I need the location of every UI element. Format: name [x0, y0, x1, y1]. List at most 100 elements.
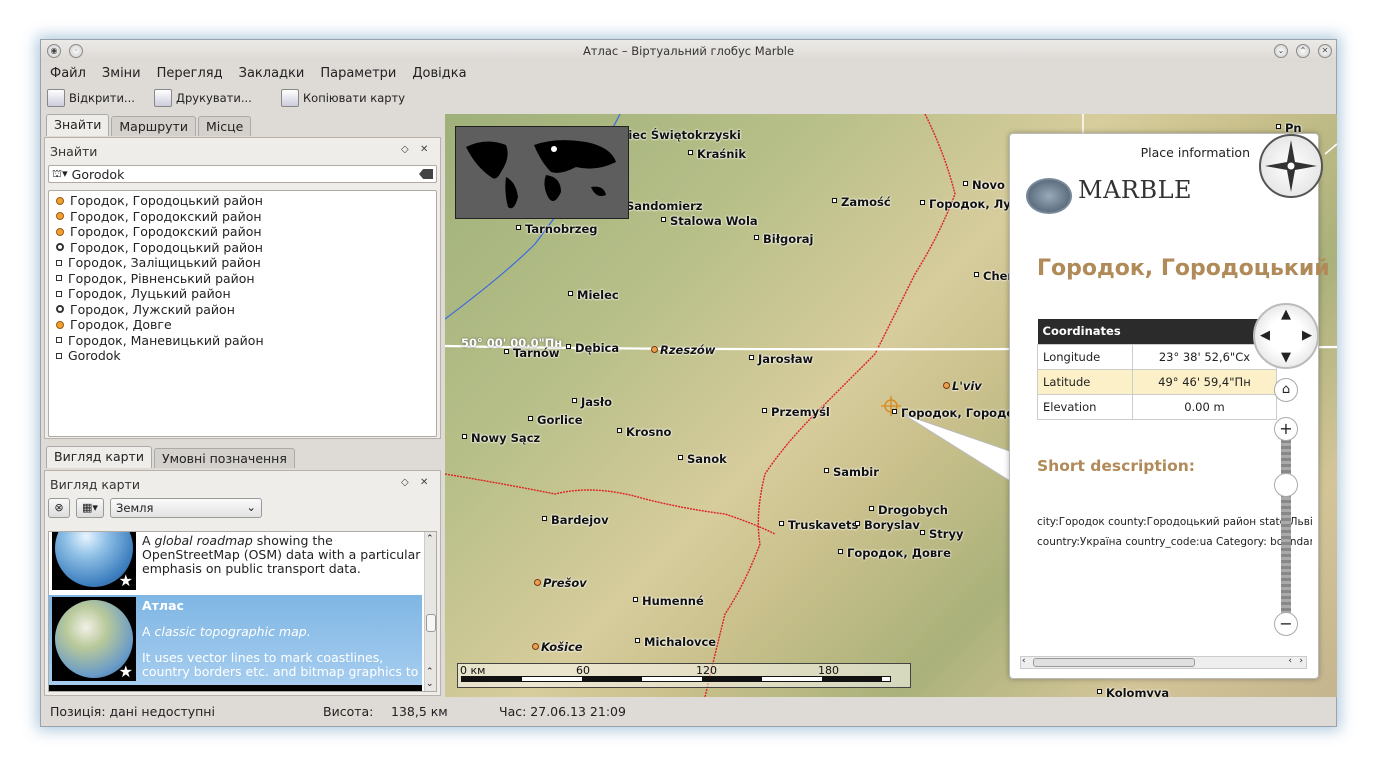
city-marker[interactable] [855, 521, 860, 526]
minimize-button[interactable]: ⌄ [1274, 44, 1288, 58]
pan-right-icon[interactable]: ▶ [1302, 328, 1312, 343]
city-label[interactable]: Drogobych [878, 503, 948, 517]
map-canvas[interactable]: Ostrowiec ŚwiętokrzyskiKraśnikKielceZamo… [445, 114, 1337, 697]
scroll-left-icon[interactable]: ‹ [1022, 656, 1026, 666]
dock-close-icon[interactable]: ✕ [420, 144, 428, 155]
tab-map-view[interactable]: Вигляд карти [46, 446, 152, 468]
city-marker[interactable] [892, 409, 897, 414]
scroll-thumb[interactable] [426, 614, 436, 632]
open-button[interactable]: Відкрити... [47, 88, 135, 108]
city-label[interactable]: Biłgoraj [763, 232, 813, 246]
city-label[interactable]: Krosno [626, 425, 671, 439]
city-label[interactable]: Городок, Лу [929, 197, 1011, 211]
city-label[interactable]: Košice [541, 640, 583, 654]
copy-map-button[interactable]: Копіювати карту [281, 88, 405, 108]
pan-down-icon[interactable]: ▼ [1281, 350, 1291, 365]
city-marker[interactable] [754, 235, 759, 240]
city-marker[interactable] [920, 200, 925, 205]
theme-list-scrollbar[interactable]: ⌃ ⌃ ⌄ [424, 532, 436, 691]
city-label[interactable]: Городок, Довге [847, 546, 951, 560]
scroll-right-icon[interactable]: › [1299, 656, 1303, 666]
tab-search[interactable]: Знайти [46, 114, 110, 136]
zoom-out-button[interactable]: − [1274, 612, 1298, 636]
info-hscrollbar[interactable]: ‹ ‹ › [1020, 656, 1307, 669]
dock-close-icon[interactable]: ✕ [420, 477, 428, 488]
city-marker[interactable] [633, 597, 638, 602]
menu-edit[interactable]: Зміни [93, 64, 148, 81]
list-item[interactable]: Городок, Городоцький район [49, 240, 436, 256]
overview-map[interactable] [455, 126, 629, 219]
menu-help[interactable]: Довідка [403, 64, 473, 81]
city-marker[interactable] [678, 455, 683, 460]
city-label[interactable]: Novo [972, 178, 1005, 192]
celestial-body-select[interactable]: Земля ⌄ [110, 498, 262, 518]
scroll-down-icon[interactable]: ⌄ [426, 679, 434, 689]
city-label[interactable]: Stryy [929, 527, 963, 541]
city-label[interactable]: Dębica [575, 341, 619, 355]
city-label[interactable]: Jasło [581, 395, 612, 409]
city-label[interactable]: Rzeszów [660, 343, 715, 357]
tab-location[interactable]: Місце [197, 116, 252, 136]
city-marker[interactable] [749, 355, 754, 360]
menu-file[interactable]: Файл [41, 64, 93, 81]
city-marker[interactable] [779, 521, 784, 526]
list-item[interactable]: Городок, Луцький район [49, 286, 436, 302]
city-label[interactable]: Sandomierz [626, 199, 702, 213]
city-marker[interactable] [824, 468, 829, 473]
star-icon[interactable]: ★ [119, 662, 133, 681]
city-label[interactable]: Przemyśl [771, 405, 830, 419]
city-marker[interactable] [1276, 124, 1281, 129]
city-marker[interactable] [528, 416, 533, 421]
city-marker[interactable] [974, 272, 979, 277]
pan-control[interactable]: ▲ ◀ ▶ ▼ [1253, 303, 1319, 369]
city-label[interactable]: L'viv [952, 379, 982, 393]
city-label[interactable]: Mielec [577, 288, 619, 302]
city-label[interactable]: Городок, Городо [901, 406, 1014, 420]
binoculars-icon[interactable]: ⛫▾ [52, 167, 68, 182]
city-marker[interactable] [516, 225, 521, 230]
city-marker[interactable] [572, 398, 577, 403]
close-button[interactable]: ✕ [1318, 44, 1332, 58]
city-label[interactable]: Boryslav [864, 518, 920, 532]
scroll-thumb[interactable] [1033, 658, 1195, 667]
tab-legend[interactable]: Умовні позначення [153, 448, 295, 468]
zoom-slider-thumb[interactable] [1274, 473, 1298, 497]
list-item[interactable]: ★ A global roadmap showing the OpenStree… [49, 532, 422, 594]
print-button[interactable]: Друкувати... [154, 88, 252, 108]
list-item[interactable]: Городок, Лужский район [49, 302, 436, 318]
city-marker[interactable] [762, 408, 767, 413]
city-marker[interactable] [617, 428, 622, 433]
city-marker[interactable] [963, 181, 968, 186]
maximize-button[interactable]: ⌃ [1296, 44, 1310, 58]
star-icon[interactable]: ★ [119, 571, 133, 590]
city-marker[interactable] [869, 506, 874, 511]
scroll-up-icon[interactable]: ⌃ [426, 534, 434, 544]
list-item[interactable]: Городок, Городокский район [49, 209, 436, 225]
tab-routing[interactable]: Маршрути [111, 116, 196, 136]
list-item[interactable]: Городок, Рівненський район [49, 271, 436, 287]
zoom-track[interactable] [1281, 428, 1291, 628]
city-marker[interactable] [943, 382, 950, 389]
list-item[interactable]: Городок, Городокский район [49, 224, 436, 240]
city-marker[interactable] [566, 344, 571, 349]
city-marker[interactable] [534, 579, 541, 586]
list-item[interactable]: Городок, Заліщицький район [49, 255, 436, 271]
search-field[interactable]: ⛫▾ Gorodok [48, 165, 437, 183]
pan-up-icon[interactable]: ▲ [1281, 307, 1291, 322]
dock-float-icon[interactable]: ◇ [401, 477, 409, 488]
map-theme-list[interactable]: ★ A global roadmap showing the OpenStree… [48, 531, 437, 692]
city-marker[interactable] [1097, 689, 1102, 694]
city-label[interactable]: Truskavets [788, 518, 858, 532]
city-marker[interactable] [920, 530, 925, 535]
city-marker[interactable] [635, 638, 640, 643]
city-marker[interactable] [661, 217, 666, 222]
list-item-selected[interactable]: ★ Атлас A classic topographic map. It us… [49, 595, 422, 685]
city-marker[interactable] [542, 516, 547, 521]
city-marker[interactable] [688, 150, 693, 155]
city-label[interactable]: Prešov [543, 576, 587, 590]
city-marker[interactable] [651, 346, 658, 353]
crosshair-icon[interactable] [881, 396, 901, 416]
list-item[interactable]: Gorodok [49, 348, 436, 364]
zoom-in-button[interactable]: + [1274, 417, 1298, 441]
grid-view-icon[interactable]: ▦▾ [76, 498, 104, 518]
